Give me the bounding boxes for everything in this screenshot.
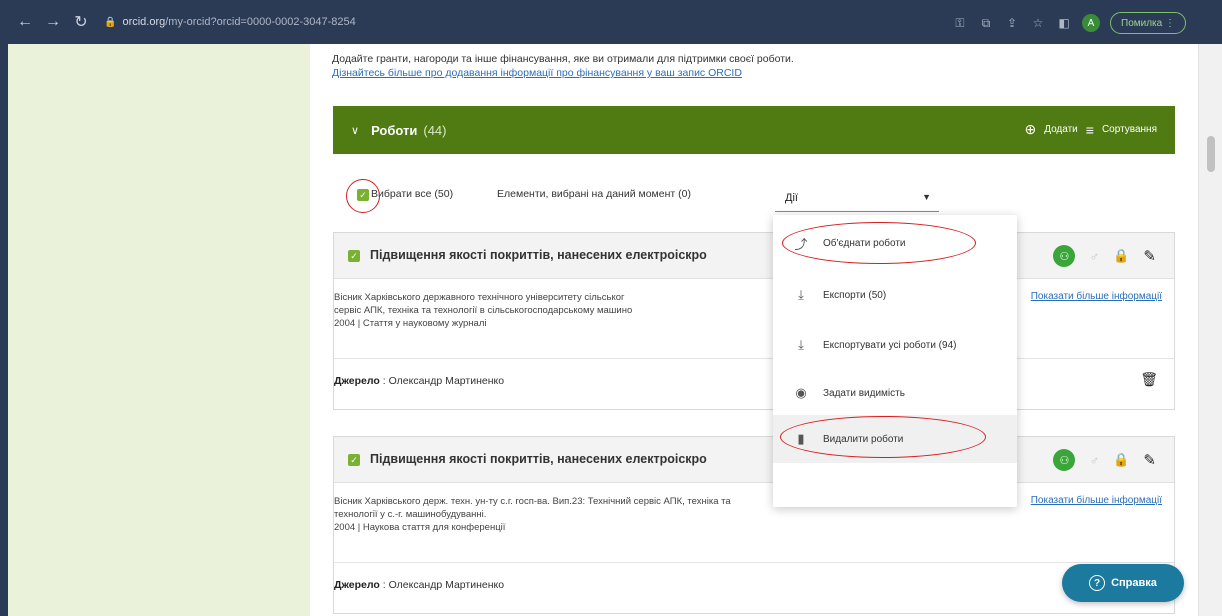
page-scrollbar[interactable]: [1198, 44, 1222, 616]
works-section-header: ∨ Роботи (44) ⊕ Додати ≡ Сортування: [333, 106, 1175, 154]
work-card-footer: Джерело : Олександр Мартиненко 🗑: [334, 359, 1174, 405]
group-icon[interactable]: ⚇: [1053, 449, 1076, 471]
work-detail-line: Вісник Харківського державного технічног…: [334, 292, 625, 303]
select-all-label: Вибрати все (50): [371, 188, 454, 200]
share-icon[interactable]: ⇪: [1004, 15, 1020, 31]
work-select-checkbox[interactable]: ✓: [348, 454, 360, 466]
reload-icon[interactable]: ↻: [70, 11, 92, 33]
lock-icon[interactable]: 🔒: [1113, 452, 1129, 468]
source-value: Олександр Мартиненко: [388, 579, 505, 591]
browser-toolbar: ← → ↻ 🔒 orcid.org /my-orcid?orcid=0000-0…: [0, 0, 1222, 44]
download-all-icon: ⤓: [798, 337, 804, 352]
help-button[interactable]: ? Справка: [1062, 564, 1184, 602]
edit-icon[interactable]: ✎: [1143, 451, 1156, 469]
delete-icon[interactable]: 🗑: [1140, 371, 1158, 388]
show-more-link[interactable]: Показати більше інформації: [1031, 291, 1162, 302]
help-question-icon: ?: [1089, 575, 1106, 591]
work-select-checkbox[interactable]: ✓: [348, 250, 360, 262]
profile-avatar[interactable]: А: [1082, 14, 1100, 32]
funding-intro: Додайте гранти, нагороди та інше фінансу…: [332, 52, 794, 80]
menu-item-label: Видалити роботи: [823, 433, 904, 445]
work-card-body: Вісник Харківського державного технічног…: [334, 279, 1174, 359]
scroll-thumb[interactable]: [1207, 136, 1215, 172]
page-content: Додайте гранти, нагороди та інше фінансу…: [0, 44, 1222, 616]
selected-count-label: Елементи, вибрані на даний момент (0): [497, 188, 691, 200]
pause-button[interactable]: Помилка ⋮: [1110, 12, 1186, 34]
menu-item-label: Експортувати усі роботи (94): [823, 339, 957, 351]
work-source: Джерело : Олександр Мартиненко: [334, 375, 505, 387]
actions-menu: ⤴ Об'єднати роботи ⤓ Експорти (50) ⤓ Екс…: [773, 215, 1017, 507]
source-label: Джерело: [334, 579, 380, 591]
selection-toolbar: ✓ Вибрати все (50) Елементи, вибрані на …: [333, 174, 1175, 214]
download-icon: ⤓: [798, 287, 804, 302]
sort-works-button[interactable]: Сортування: [1102, 124, 1157, 135]
pause-label: Помилка: [1121, 17, 1163, 29]
menu-item-label: Об'єднати роботи: [823, 237, 906, 249]
star-icon[interactable]: ☆: [1030, 15, 1046, 31]
works-title: Роботи: [371, 122, 418, 138]
funding-learn-more-link[interactable]: Дізнайтесь більше про додавання інформац…: [332, 66, 794, 80]
sort-icon[interactable]: ≡: [1086, 122, 1094, 138]
work-card: ✓ Підвищення якості покриттів, нанесених…: [333, 232, 1175, 410]
add-circle-icon[interactable]: ⊕: [1024, 121, 1036, 138]
menu-item-label: Задати видимість: [823, 387, 905, 399]
help-label: Справка: [1111, 577, 1157, 589]
works-count: (44): [423, 122, 447, 138]
link-icon[interactable]: ♂: [1089, 249, 1099, 264]
url-host: orcid.org: [122, 16, 166, 28]
source-label: Джерело: [334, 375, 380, 387]
collapse-chevron-icon[interactable]: ∨: [351, 124, 359, 137]
work-card: ✓ Підвищення якості покриттів, нанесених…: [333, 436, 1175, 614]
merge-icon: ⤴: [794, 236, 808, 252]
left-sidebar: [8, 44, 310, 616]
menu-item-delete[interactable]: ▮ Видалити роботи: [773, 415, 1017, 463]
menu-item-merge[interactable]: ⤴ Об'єднати роботи: [773, 219, 1017, 267]
address-bar[interactable]: 🔒 orcid.org /my-orcid?orcid=0000-0002-30…: [104, 10, 924, 34]
dropdown-arrow-icon: ▼: [922, 192, 931, 202]
work-detail-line: 2004 | Стаття у науковому журналі: [334, 318, 487, 329]
lock-icon: 🔒: [104, 16, 117, 28]
edit-icon[interactable]: ✎: [1143, 247, 1156, 265]
link-icon[interactable]: ♂: [1089, 453, 1099, 468]
eye-icon: ◉: [795, 385, 807, 400]
window-frame: [0, 44, 8, 616]
work-detail-line: 2004 | Наукова стаття для конференції: [334, 522, 506, 533]
actions-select[interactable]: Дії ▼: [775, 182, 939, 212]
work-title[interactable]: Підвищення якості покриттів, нанесених е…: [370, 452, 707, 466]
work-card-body: Вісник Харківського держ. техн. ун-ту с.…: [334, 483, 1174, 563]
work-card-footer: Джерело : Олександр Мартиненко: [334, 563, 1174, 609]
menu-item-export[interactable]: ⤓ Експорти (50): [773, 271, 1017, 319]
trash-icon: ▮: [797, 431, 805, 446]
group-icon[interactable]: ⚇: [1053, 245, 1076, 267]
work-details: Вісник Харківського державного технічног…: [334, 291, 774, 330]
lock-icon[interactable]: 🔒: [1113, 248, 1129, 264]
work-title[interactable]: Підвищення якості покриттів, нанесених е…: [370, 248, 707, 262]
sidebar-toggle-icon[interactable]: ◧: [1056, 15, 1072, 31]
actions-select-value: Дії: [785, 192, 798, 204]
select-all-checkbox[interactable]: ✓: [357, 189, 369, 201]
forward-icon[interactable]: →: [42, 11, 64, 33]
menu-item-export-all[interactable]: ⤓ Експортувати усі роботи (94): [773, 321, 1017, 369]
back-icon[interactable]: ←: [14, 11, 36, 33]
menu-item-label: Експорти (50): [823, 289, 887, 301]
add-works-button[interactable]: Додати: [1044, 124, 1078, 135]
funding-intro-text: Додайте гранти, нагороди та інше фінансу…: [332, 53, 794, 65]
url-path: /my-orcid?orcid=0000-0002-3047-8254: [165, 16, 356, 28]
work-card-header: ✓ Підвищення якості покриттів, нанесених…: [334, 233, 1174, 279]
work-detail-line: технології у с.-г. машинобудуванні.: [334, 509, 487, 520]
work-card-header: ✓ Підвищення якості покриттів, нанесених…: [334, 437, 1174, 483]
work-detail-line: сервіс АПК, техніка та технології в сіль…: [334, 305, 633, 316]
menu-item-visibility[interactable]: ◉ Задати видимість: [773, 369, 1017, 417]
show-more-link[interactable]: Показати більше інформації: [1031, 495, 1162, 506]
work-source: Джерело : Олександр Мартиненко: [334, 579, 505, 591]
translate-icon[interactable]: ⧉: [978, 15, 994, 31]
source-value: Олександр Мартиненко: [388, 375, 505, 387]
key-icon[interactable]: ⚿: [952, 15, 968, 31]
